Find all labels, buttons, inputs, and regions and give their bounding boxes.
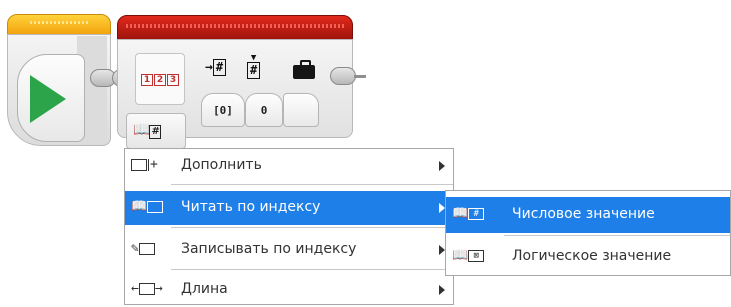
- numeric-value-icon: 📖 #: [452, 206, 485, 221]
- write-at-index-icon: ✎: [131, 241, 155, 256]
- array-block-header: [117, 15, 353, 41]
- param-index-value[interactable]: 0: [245, 93, 283, 127]
- array-mode-icon-panel: 1 2 3: [135, 53, 185, 105]
- read-at-index-icon: 📖: [131, 199, 164, 214]
- output-wire: [354, 75, 366, 78]
- menu-item-read-at-index[interactable]: 📖 Читать по индексу: [125, 191, 453, 225]
- briefcase-icon: [293, 60, 315, 79]
- book-icon: 📖 #: [133, 122, 161, 139]
- length-icon: ← →: [131, 281, 163, 296]
- append-icon: +: [131, 157, 158, 172]
- array-123-icon: 1 2 3: [141, 74, 179, 86]
- array-output-plug[interactable]: [330, 67, 356, 85]
- input-number-array-icon: → #: [205, 59, 227, 76]
- param-output-slot[interactable]: [283, 93, 319, 127]
- mode-menu: + Дополнить 📖 Читать по индексу ✎ Записы…: [124, 148, 454, 305]
- start-block-header: [7, 14, 111, 36]
- start-play-button[interactable]: [17, 54, 85, 142]
- param-array-value[interactable]: [0]: [201, 93, 245, 127]
- submenu-item-logic[interactable]: 📖 ⊠ Логическое значение: [446, 239, 730, 275]
- mode-selector-button[interactable]: 📖 #: [126, 113, 186, 149]
- submenu-arrow-icon: [439, 285, 445, 295]
- submenu-arrow-icon: [439, 161, 445, 171]
- submenu-item-numeric[interactable]: 📖 # Числовое значение: [446, 197, 730, 233]
- read-at-index-submenu: 📖 # Числовое значение 📖 ⊠ Логическое значе…: [445, 190, 731, 276]
- index-number-icon: ▼ #: [247, 54, 261, 79]
- menu-item-append[interactable]: + Дополнить: [125, 149, 453, 183]
- menu-item-length[interactable]: ← → Длина: [125, 273, 453, 307]
- play-icon: [30, 75, 66, 123]
- logic-value-icon: 📖 ⊠: [452, 248, 485, 263]
- menu-item-write-at-index[interactable]: ✎ Записывать по индексу: [125, 233, 453, 267]
